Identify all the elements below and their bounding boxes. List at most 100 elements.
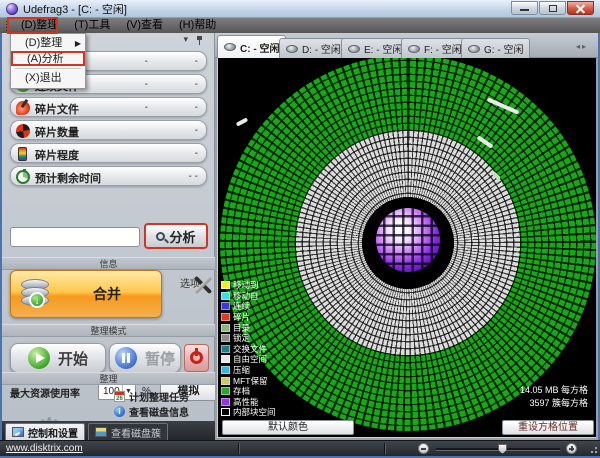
legend-color-swatch xyxy=(221,398,230,406)
disk-info-link[interactable]: i 查看磁盘信息 xyxy=(114,404,189,419)
stat-label: 碎片程度 xyxy=(35,147,79,163)
merge-button[interactable]: ↓ 合并 xyxy=(10,270,162,318)
sidebar-bottom-tabs: 控制和设置 查看磁盘簇 xyxy=(2,421,215,440)
app-icon xyxy=(6,3,18,15)
stat-value: - - xyxy=(189,171,198,182)
menu-item-label: (X)退出 xyxy=(25,72,62,84)
menu-item-exit[interactable]: (X)退出 xyxy=(11,71,85,86)
drive-tab-g[interactable]: G: - 空闲 xyxy=(461,38,530,58)
magnifier-icon xyxy=(156,232,165,241)
schedule-task-link[interactable]: 26 计划整理任务 xyxy=(114,389,189,404)
legend-color-swatch xyxy=(221,345,230,353)
menu-item-label: (A)分析 xyxy=(27,53,64,65)
sidebar-text-input[interactable] xyxy=(10,227,140,247)
analyze-button[interactable]: 分析 xyxy=(144,223,208,249)
legend-color-swatch xyxy=(221,281,230,289)
pin-icon[interactable] xyxy=(197,36,202,40)
drive-tab-label: F: - 空闲 xyxy=(424,41,462,56)
menu-separator xyxy=(15,68,81,69)
website-link[interactable]: www.disktrix.com xyxy=(6,443,83,454)
disk-clusters-icon xyxy=(95,427,107,437)
drive-tab-d[interactable]: D: - 空闲 xyxy=(279,38,348,58)
stat-value: - xyxy=(145,79,148,90)
legend-color-swatch xyxy=(221,292,230,300)
zoom-slider-thumb[interactable] xyxy=(498,444,507,454)
toolbar-grip[interactable] xyxy=(6,21,9,31)
menu-defrag[interactable]: (D)整理 xyxy=(13,18,66,33)
disk-icon xyxy=(224,43,236,51)
tab-scroll-arrows-icon[interactable]: ◂▸ xyxy=(576,42,594,52)
stat-value: - xyxy=(195,148,198,159)
pause-icon xyxy=(115,347,137,369)
status-bar: www.disktrix.com xyxy=(0,440,600,456)
pause-button[interactable]: 暂停 xyxy=(109,343,181,373)
info-icon: i xyxy=(114,406,125,417)
statusbar-separator xyxy=(238,443,239,454)
stat-row-fragmented-files[interactable]: 碎片文件 - - xyxy=(10,97,207,117)
tab-label: 控制和设置 xyxy=(28,425,78,440)
disk-map-canvas[interactable]: 移动到 移动自 连续 碎片 目录 锁定 交换文件 自由空间 压缩 MFT保留 存… xyxy=(217,58,596,438)
info-section-label: 信息 xyxy=(2,257,215,270)
title-bar[interactable]: Udefrag3 - [C: - 空闲] xyxy=(0,0,600,18)
drive-tab-label: E: - 空闲 xyxy=(364,41,402,56)
stat-label: 碎片数量 xyxy=(35,124,79,140)
zoom-out-button[interactable] xyxy=(418,443,429,454)
menu-item-analyze[interactable]: (A)分析 xyxy=(11,51,85,66)
disk-legend: 移动到 移动自 连续 碎片 目录 锁定 交换文件 自由空间 压缩 MFT保留 存… xyxy=(221,280,276,418)
max-resource-label: 最大资源使用率 xyxy=(10,389,80,400)
drive-tab-f[interactable]: F: - 空闲 xyxy=(401,38,469,58)
download-arrow-icon: ↓ xyxy=(29,292,45,308)
default-colors-button[interactable]: 默认颜色 xyxy=(222,420,354,435)
stat-value: - xyxy=(145,102,148,113)
drive-tab-c[interactable]: C: - 空闲 xyxy=(217,35,286,58)
free-space-arc xyxy=(236,117,248,126)
chevron-down-icon[interactable]: ▾ xyxy=(183,34,188,45)
stop-button[interactable] xyxy=(184,344,209,372)
fragmented-files-icon xyxy=(16,101,30,115)
start-label: 开始 xyxy=(58,348,88,369)
legend-color-swatch xyxy=(221,355,230,363)
fragment-count-icon xyxy=(16,124,30,138)
control-settings-panel: ▾ - - 连续文件 - - 碎片文件 - - 碎片数量 - 碎片程度 - xyxy=(2,33,215,440)
menu-bar: (D)整理 (T)工具 (V)查看 (H)帮助 xyxy=(0,18,600,33)
window-controls xyxy=(511,1,594,15)
stat-row-fragmentation-level[interactable]: 碎片程度 - xyxy=(10,143,207,163)
menu-help[interactable]: (H)帮助 xyxy=(171,18,224,33)
block-size-text: 14.05 MB 每方格 xyxy=(520,383,588,396)
drive-tab-strip: C: - 空闲 D: - 空闲 E: - 空闲 F: - 空闲 G: - 空闲 … xyxy=(215,33,598,58)
drive-tab-label: D: - 空闲 xyxy=(302,41,341,56)
reset-blocks-button[interactable]: 重设方格位置 xyxy=(502,420,594,435)
resize-grip[interactable] xyxy=(589,445,598,454)
menu-item-defrag[interactable]: (D)整理 ▶ xyxy=(11,36,85,51)
stat-value: - xyxy=(195,125,198,136)
drive-tab-label: G: - 空闲 xyxy=(484,41,523,56)
defrag-dropdown-menu: (D)整理 ▶ (A)分析 (X)退出 xyxy=(10,33,86,89)
start-button[interactable]: 开始 xyxy=(10,343,106,373)
tab-control-settings[interactable]: 控制和设置 xyxy=(5,423,85,440)
disk-icon xyxy=(468,45,480,53)
legend-color-swatch xyxy=(221,324,230,332)
defrag-section-label: 整理 xyxy=(2,372,215,385)
legend-color-swatch xyxy=(221,408,230,416)
menu-view[interactable]: (V)查看 xyxy=(118,18,171,33)
tab-disk-clusters[interactable]: 查看磁盘簇 xyxy=(88,423,168,440)
maximize-button[interactable] xyxy=(539,1,566,15)
schedule-task-label: 计划整理任务 xyxy=(129,389,189,404)
stat-row-time-remaining[interactable]: 预计剩余时间 - - xyxy=(10,166,207,186)
disk-icon xyxy=(286,45,298,53)
play-icon xyxy=(28,347,50,369)
drive-tab-e[interactable]: E: - 空闲 xyxy=(341,38,409,58)
stat-label: 预计剩余时间 xyxy=(35,170,101,186)
disk-sphere xyxy=(376,208,440,272)
legend-color-swatch xyxy=(221,387,230,395)
options-button[interactable]: 选项 xyxy=(170,273,210,317)
stat-row-fragment-count[interactable]: 碎片数量 - xyxy=(10,120,207,140)
stat-value: - xyxy=(145,56,148,67)
time-remaining-icon xyxy=(16,170,30,184)
merge-label: 合并 xyxy=(53,284,161,304)
drive-tab-label: C: - 空闲 xyxy=(240,40,279,55)
minimize-button[interactable] xyxy=(511,1,538,15)
menu-tools[interactable]: (T)工具 xyxy=(66,18,118,33)
close-button[interactable] xyxy=(567,1,594,15)
zoom-in-button[interactable] xyxy=(566,443,577,454)
